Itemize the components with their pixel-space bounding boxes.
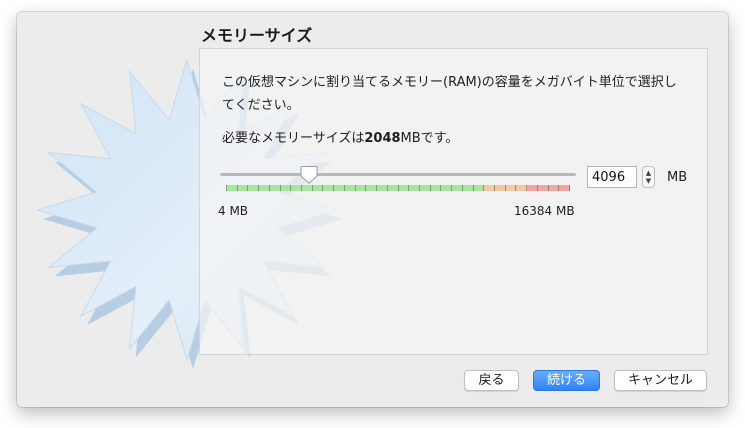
required-prefix: 必要なメモリーサイズは <box>222 131 365 146</box>
content-panel: この仮想マシンに割り当てるメモリー(RAM)の容量をメガバイト単位で選択してくだ… <box>199 48 708 355</box>
slider-tick <box>440 185 441 191</box>
slider-tick <box>558 185 559 191</box>
slider-tick <box>237 185 238 191</box>
required-suffix: MBです。 <box>400 131 459 146</box>
slider-tick <box>419 185 420 191</box>
continue-button[interactable]: 続ける <box>533 370 600 391</box>
memory-stepper[interactable]: ▲ ▼ <box>642 166 655 188</box>
slider-ticks <box>226 185 570 191</box>
slider-tick <box>301 185 302 191</box>
required-value: 2048 <box>364 131 401 146</box>
slider-tick <box>355 185 356 191</box>
slider-tick <box>526 185 527 191</box>
description-text: この仮想マシンに割り当てるメモリー(RAM)の容量をメガバイト単位で選択してくだ… <box>222 75 677 113</box>
memory-slider-thumb[interactable] <box>300 165 318 185</box>
memory-slider-track[interactable] <box>220 173 576 176</box>
back-button[interactable]: 戻る <box>464 370 519 391</box>
required-memory-text: 必要なメモリーサイズは2048MBです。 <box>222 127 458 146</box>
slider-tick <box>290 185 291 191</box>
slider-tick <box>473 185 474 191</box>
slider-tick <box>376 185 377 191</box>
slider-max-label: 16384 MB <box>514 204 575 218</box>
slider-tick <box>505 185 506 191</box>
slider-tick <box>537 185 538 191</box>
slider-tick <box>226 185 227 191</box>
slider-tick <box>569 185 570 191</box>
slider-tick <box>280 185 281 191</box>
slider-tick <box>494 185 495 191</box>
chevron-up-icon[interactable]: ▲ <box>646 169 651 177</box>
slider-tick <box>247 185 248 191</box>
slider-tick <box>312 185 313 191</box>
slider-tick <box>365 185 366 191</box>
slider-min-label: 4 MB <box>218 204 249 218</box>
slider-tick <box>398 185 399 191</box>
slider-tick <box>408 185 409 191</box>
chevron-down-icon[interactable]: ▼ <box>646 177 651 185</box>
memory-size-input[interactable] <box>587 166 637 188</box>
slider-tick <box>430 185 431 191</box>
slider-tick <box>333 185 334 191</box>
slider-tick <box>258 185 259 191</box>
memory-size-dialog: メモリーサイズ この仮想マシンに割り当てるメモリー(RAM)の容量をメガバイト単… <box>17 12 728 407</box>
slider-tick <box>451 185 452 191</box>
slider-tick <box>269 185 270 191</box>
slider-tick <box>483 185 484 191</box>
slider-tick <box>462 185 463 191</box>
slider-tick <box>548 185 549 191</box>
cancel-button[interactable]: キャンセル <box>614 370 707 391</box>
page-title: メモリーサイズ <box>201 26 313 45</box>
slider-tick <box>322 185 323 191</box>
slider-tick <box>344 185 345 191</box>
slider-tick <box>515 185 516 191</box>
memory-unit-label: MB <box>667 170 688 185</box>
slider-tick <box>387 185 388 191</box>
